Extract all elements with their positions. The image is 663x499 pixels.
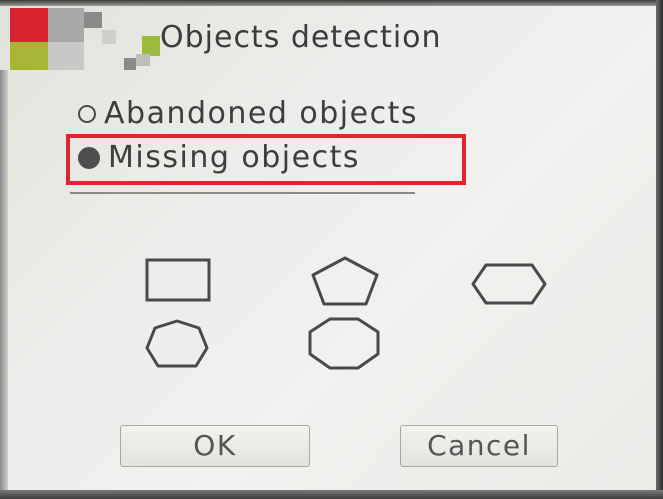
radio-unchecked-icon (78, 104, 96, 123)
radio-label-missing: Missing objects (108, 140, 360, 175)
hexagon-icon (471, 263, 547, 305)
square-icon (145, 258, 211, 302)
radio-checked-icon (78, 146, 100, 169)
ok-button[interactable]: OK (120, 425, 310, 467)
radio-missing-objects[interactable]: Missing objects (78, 140, 360, 175)
options-divider (70, 192, 415, 194)
radio-abandoned-objects[interactable]: Abandoned objects (78, 96, 418, 131)
square-shape-button[interactable] (144, 258, 214, 304)
hexagon-shape-button[interactable] (470, 262, 548, 306)
pentagon-shape-button[interactable] (309, 255, 381, 307)
heptagon-shape-button[interactable] (144, 318, 210, 372)
dialog-title: Objects detection (160, 20, 442, 55)
radio-label-abandoned: Abandoned objects (104, 96, 418, 131)
heptagon-icon (145, 319, 209, 368)
octagon-icon (308, 317, 380, 370)
monitor-bezel-bottom (0, 490, 663, 499)
cancel-button[interactable]: Cancel (400, 425, 558, 467)
monitor-bezel-top (0, 0, 663, 6)
octagon-shape-button[interactable] (306, 316, 382, 372)
brand-logo (10, 8, 160, 78)
screen: Objects detection Abandoned objects Miss… (0, 0, 663, 499)
pentagon-icon (311, 256, 379, 306)
monitor-bezel-right (656, 0, 663, 499)
monitor-bezel-left (0, 70, 8, 490)
